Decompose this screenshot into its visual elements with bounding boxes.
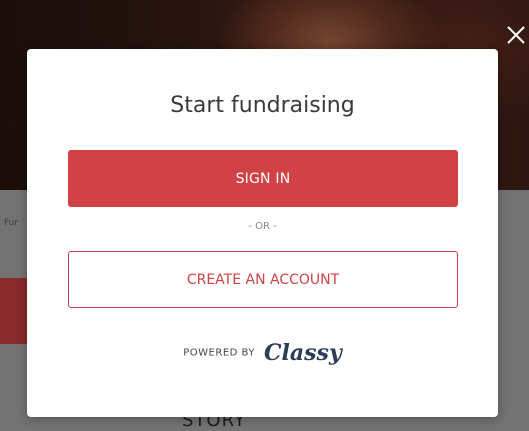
powered-by: POWERED BY Classy — [27, 340, 498, 366]
modal-title: Start fundraising — [170, 93, 355, 118]
background-red-button — [0, 278, 30, 344]
powered-by-label: POWERED BY — [183, 347, 255, 359]
background-fund-text: Fur — [4, 218, 19, 228]
classy-logo: Classy — [264, 340, 342, 366]
or-divider: - OR - — [248, 221, 277, 232]
sign-in-button[interactable]: SIGN IN — [68, 150, 458, 207]
close-icon[interactable] — [505, 24, 527, 46]
create-account-button[interactable]: CREATE AN ACCOUNT — [68, 251, 458, 308]
start-fundraising-modal: Start fundraising SIGN IN - OR - CREATE … — [27, 49, 498, 417]
